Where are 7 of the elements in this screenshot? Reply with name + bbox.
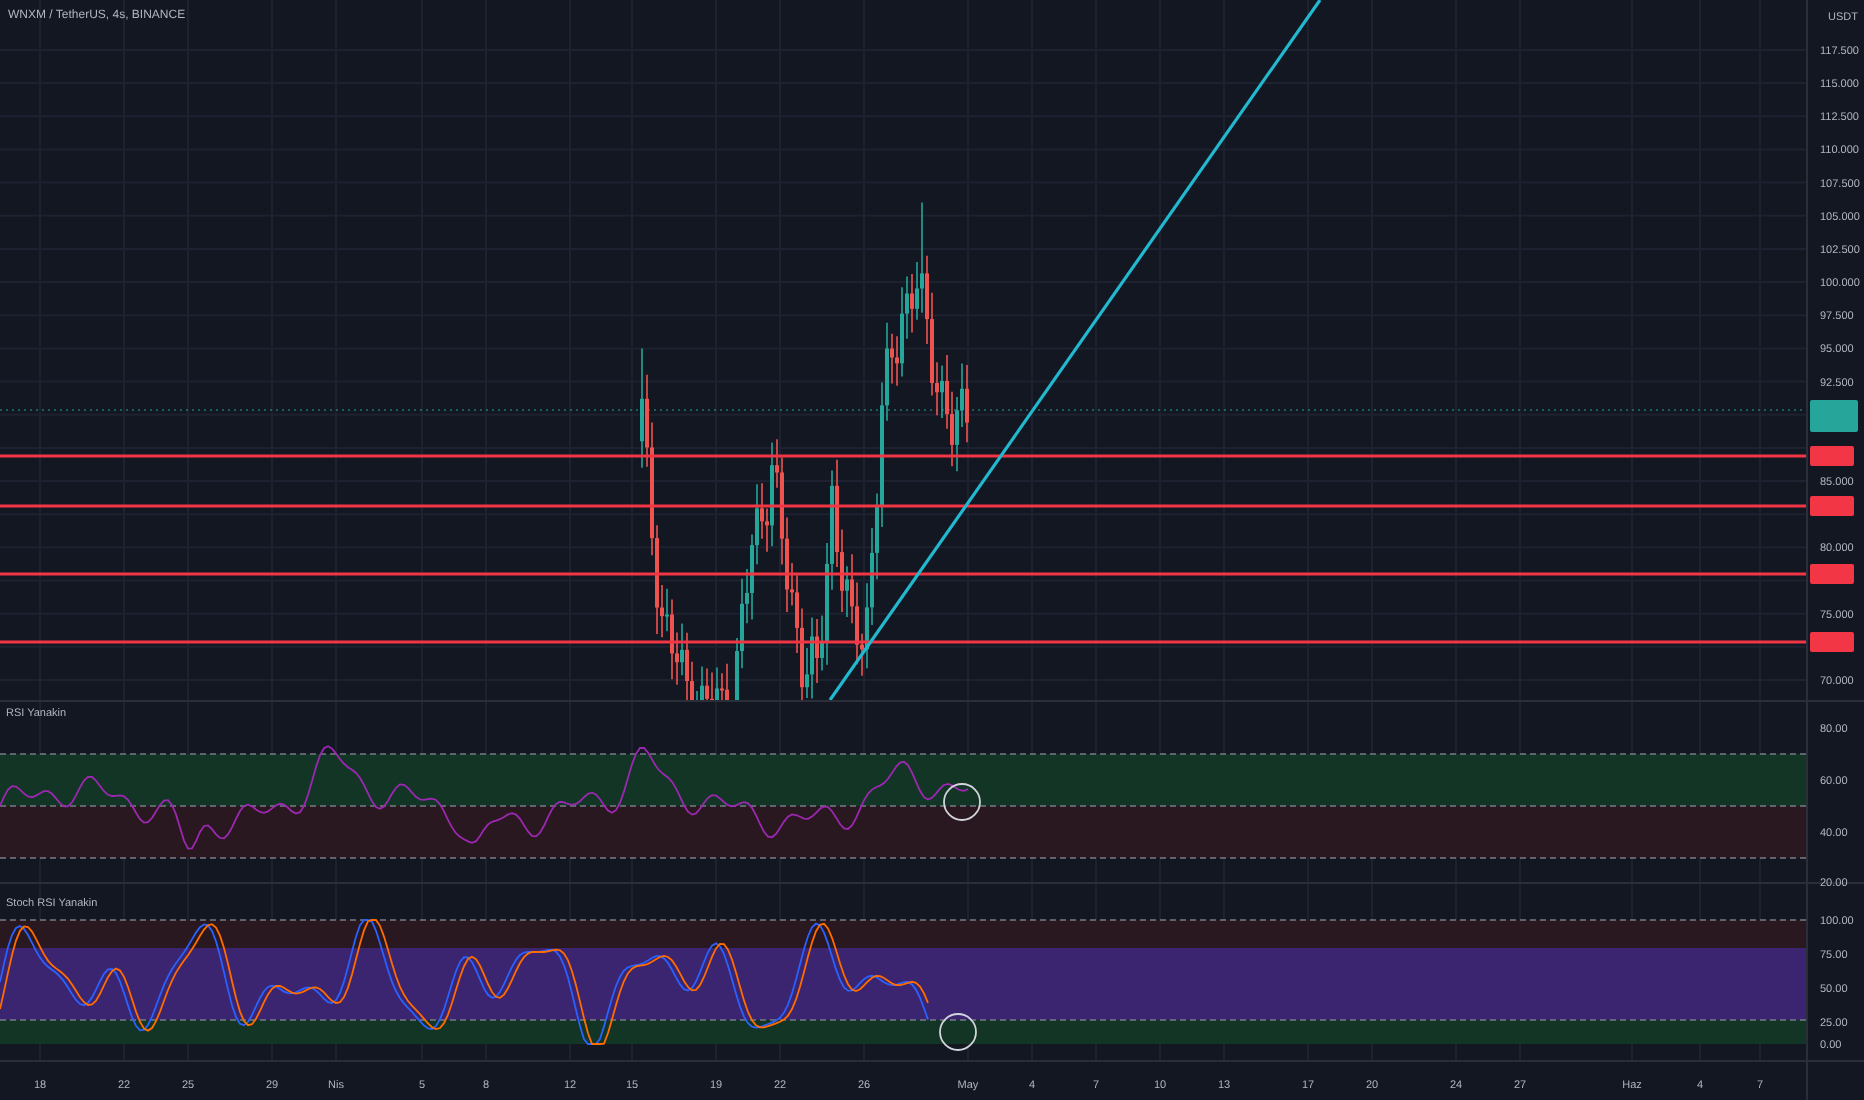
circle-marker	[939, 1013, 977, 1051]
price-tag	[1810, 400, 1858, 432]
price-tag	[1810, 496, 1854, 516]
circle-marker	[943, 783, 981, 821]
price-tag	[1810, 632, 1854, 652]
price-tag	[1810, 564, 1854, 584]
price-tag	[1810, 446, 1854, 466]
